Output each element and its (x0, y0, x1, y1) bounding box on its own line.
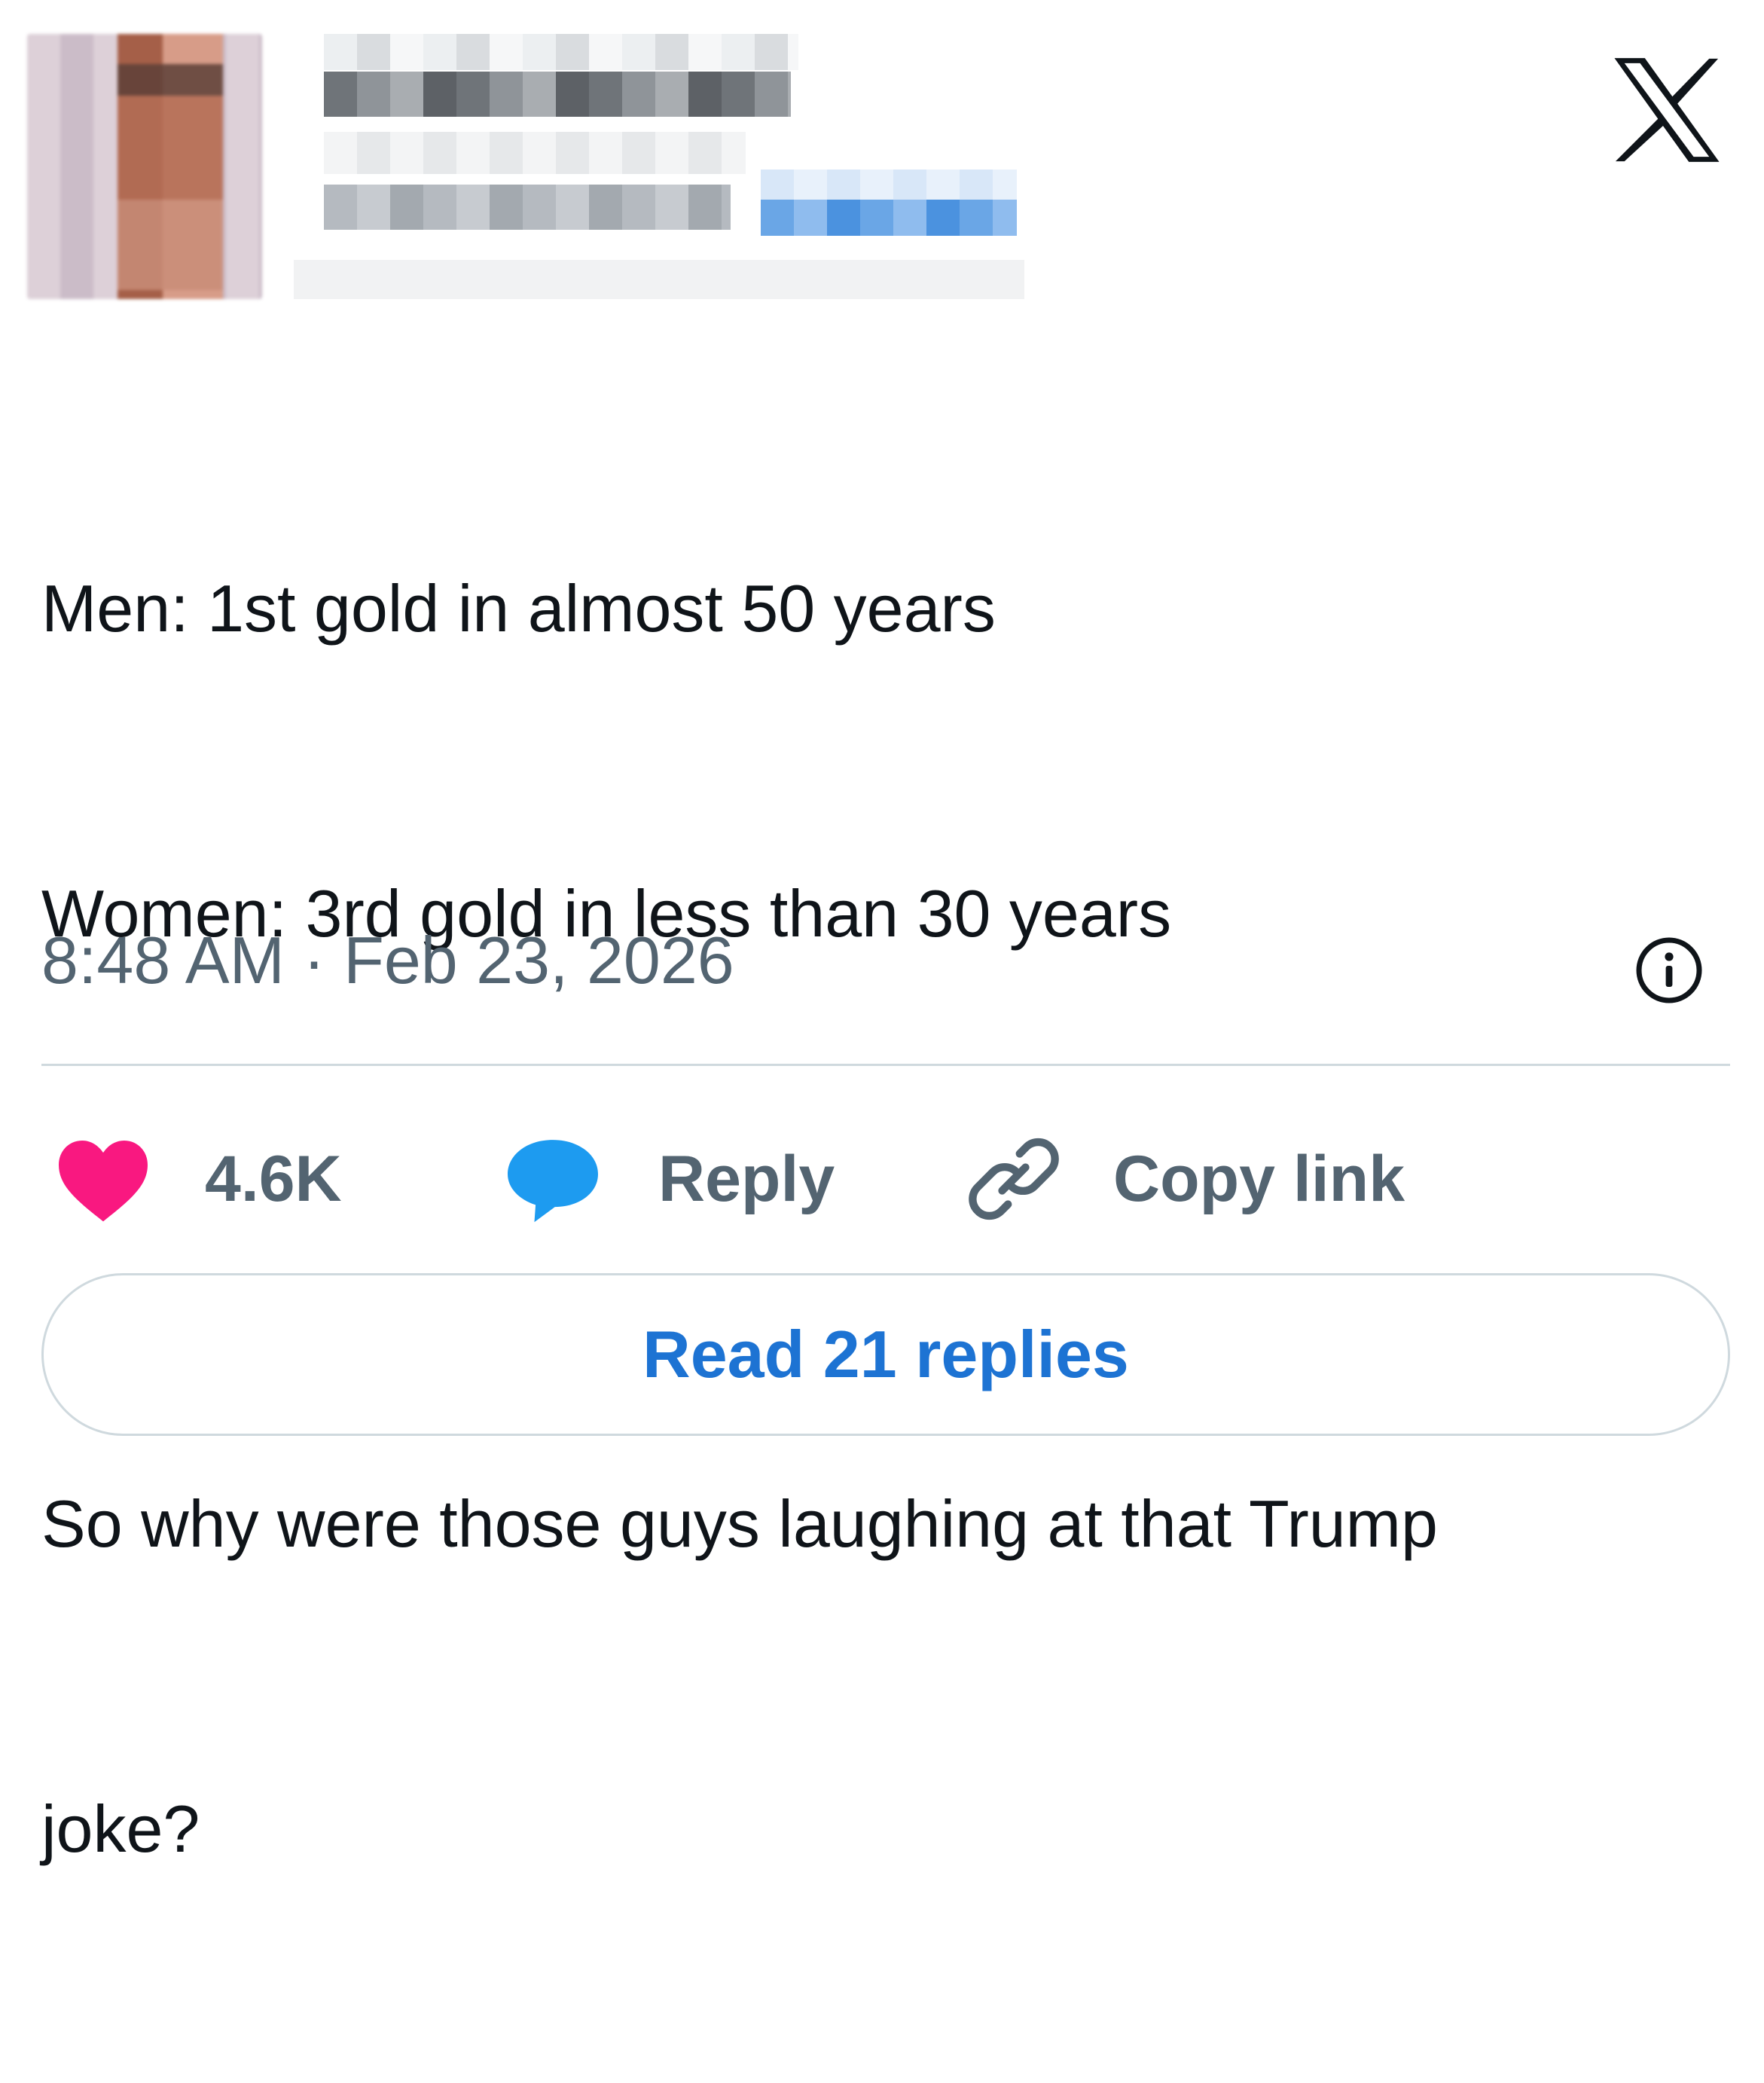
tweet-card: Men: 1st gold in almost 50 years Women: … (0, 0, 1764, 1866)
redacted-area (324, 132, 746, 174)
avatar[interactable] (27, 34, 262, 299)
tweet-timestamp[interactable]: 8:48 AM · Feb 23, 2026 (41, 915, 734, 1006)
copy-link-button[interactable]: Copy link (967, 1122, 1405, 1235)
heart-icon (59, 1141, 148, 1222)
divider (41, 1064, 1730, 1066)
info-icon[interactable] (1633, 934, 1705, 1006)
tweet-line: So why were those guys laughing at that … (41, 1486, 1438, 1561)
redacted-area (324, 34, 798, 70)
like-count: 4.6K (205, 1142, 342, 1215)
like-button[interactable]: 4.6K (54, 1122, 342, 1235)
author-info-redacted[interactable] (294, 34, 1024, 299)
author-handle-redacted (324, 185, 731, 230)
tweet-line: Men: 1st gold in almost 50 years (41, 571, 996, 646)
reply-label: Reply (658, 1142, 835, 1215)
author-name-redacted (324, 72, 791, 117)
tweet-line: joke? (41, 1791, 200, 1866)
speech-bubble-icon (508, 1140, 598, 1223)
reply-button[interactable]: Reply (503, 1122, 835, 1235)
follow-link-redacted (761, 200, 1017, 236)
redacted-area (294, 260, 1024, 299)
x-logo-icon[interactable] (1610, 54, 1723, 166)
redacted-area (761, 170, 1017, 200)
action-bar: 4.6K Reply Copy link (0, 1122, 1764, 1235)
link-icon (969, 1138, 1059, 1220)
read-replies-button[interactable]: Read 21 replies (41, 1273, 1730, 1436)
copy-link-label: Copy link (1113, 1142, 1405, 1215)
